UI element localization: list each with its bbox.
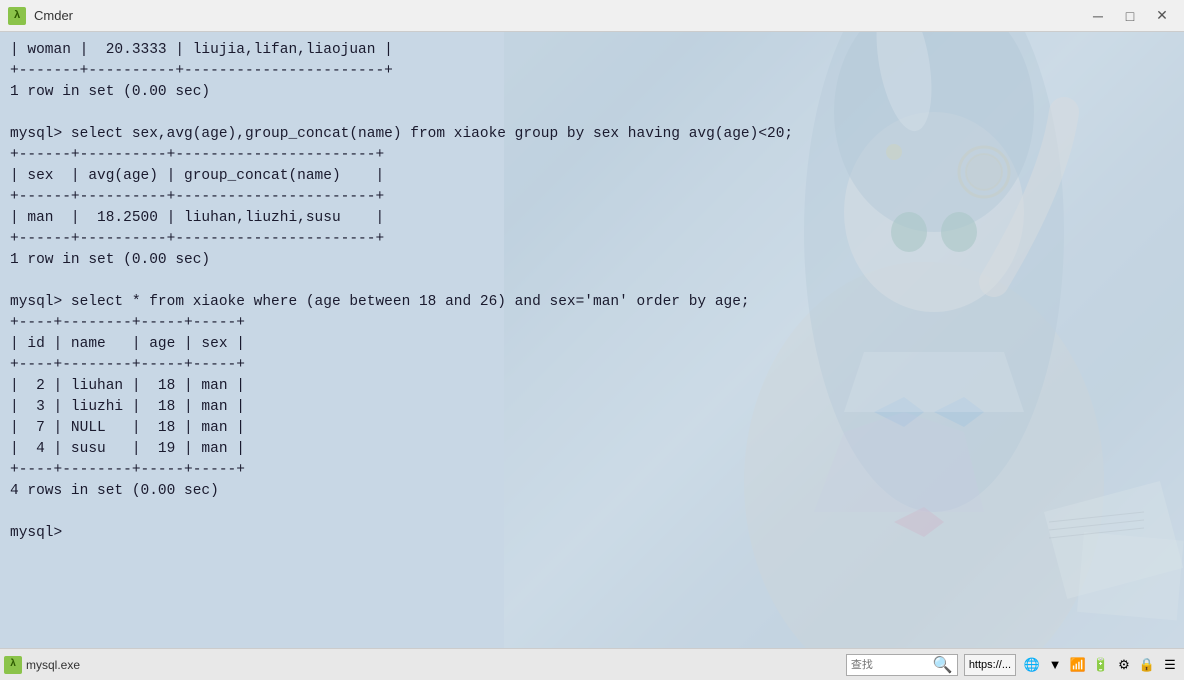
- terminal-prompt: mysql>: [10, 523, 1174, 544]
- terminal-line-1: | woman | 20.3333 | liujia,lifan,liaojua…: [10, 40, 1174, 61]
- terminal-line-5: mysql> select sex,avg(age),group_concat(…: [10, 124, 1174, 145]
- window-title: Cmder: [34, 8, 73, 23]
- terminal-line-14: +----+--------+-----+-----+: [10, 313, 1174, 334]
- terminal-line-18: | 3 | liuzhi | 18 | man |: [10, 397, 1174, 418]
- terminal-line-19: | 7 | NULL | 18 | man |: [10, 418, 1174, 439]
- terminal-line-16: +----+--------+-----+-----+: [10, 355, 1174, 376]
- taskbar-right: 🔍 https://... 🌐 ▼ 📶 🔋 ⚙ 🔒 ☰: [846, 654, 1180, 676]
- main-area: | woman | 20.3333 | liujia,lifan,liaojua…: [0, 32, 1184, 648]
- terminal-line-10: +------+----------+---------------------…: [10, 229, 1174, 250]
- title-bar: λ Cmder ─ □ ✕: [0, 0, 1184, 32]
- terminal-line-17: | 2 | liuhan | 18 | man |: [10, 376, 1174, 397]
- tray-icon-6: 🔒: [1137, 655, 1157, 675]
- tray-icon-3: 📶: [1068, 655, 1088, 675]
- taskbar: λ mysql.exe 🔍 https://... 🌐 ▼ 📶 🔋 ⚙ 🔒 ☰: [0, 648, 1184, 680]
- terminal-line-23: [10, 502, 1174, 523]
- terminal-line-22: 4 rows in set (0.00 sec): [10, 481, 1174, 502]
- taskbar-app-icon: λ: [4, 656, 22, 674]
- terminal-line-11: 1 row in set (0.00 sec): [10, 250, 1174, 271]
- terminal-line-3: 1 row in set (0.00 sec): [10, 82, 1174, 103]
- terminal-line-7: | sex | avg(age) | group_concat(name) |: [10, 166, 1174, 187]
- terminal-line-20: | 4 | susu | 19 | man |: [10, 439, 1174, 460]
- terminal-line-12: [10, 271, 1174, 292]
- system-tray: 🌐 ▼ 📶 🔋 ⚙ 🔒 ☰: [1022, 655, 1180, 675]
- tray-icon-5: ⚙: [1114, 655, 1134, 675]
- tray-icon-4: 🔋: [1091, 655, 1111, 675]
- search-box[interactable]: 🔍: [846, 654, 958, 676]
- tray-icon-1: 🌐: [1022, 655, 1042, 675]
- minimize-button[interactable]: ─: [1084, 6, 1112, 26]
- window-controls: ─ □ ✕: [1084, 6, 1176, 26]
- tray-icon-2: ▼: [1045, 655, 1065, 675]
- close-button[interactable]: ✕: [1148, 6, 1176, 26]
- terminal-line-4: [10, 103, 1174, 124]
- terminal-line-21: +----+--------+-----+-----+: [10, 460, 1174, 481]
- taskbar-left: λ mysql.exe: [4, 656, 80, 674]
- search-url-btn[interactable]: https://...: [964, 654, 1016, 676]
- taskbar-app-title: mysql.exe: [26, 658, 80, 672]
- terminal-output[interactable]: | woman | 20.3333 | liujia,lifan,liaojua…: [0, 32, 1184, 648]
- tray-icon-7: ☰: [1160, 655, 1180, 675]
- terminal-line-2: +-------+----------+--------------------…: [10, 61, 1174, 82]
- terminal-line-15: | id | name | age | sex |: [10, 334, 1174, 355]
- terminal-line-13: mysql> select * from xiaoke where (age b…: [10, 292, 1174, 313]
- terminal-line-9: | man | 18.2500 | liuhan,liuzhi,susu |: [10, 208, 1174, 229]
- search-input[interactable]: [851, 659, 931, 671]
- app-icon: λ: [8, 7, 26, 25]
- terminal-line-8: +------+----------+---------------------…: [10, 187, 1174, 208]
- search-icon: 🔍: [933, 655, 953, 675]
- maximize-button[interactable]: □: [1116, 6, 1144, 26]
- title-left: λ Cmder: [8, 7, 73, 25]
- terminal-line-6: +------+----------+---------------------…: [10, 145, 1174, 166]
